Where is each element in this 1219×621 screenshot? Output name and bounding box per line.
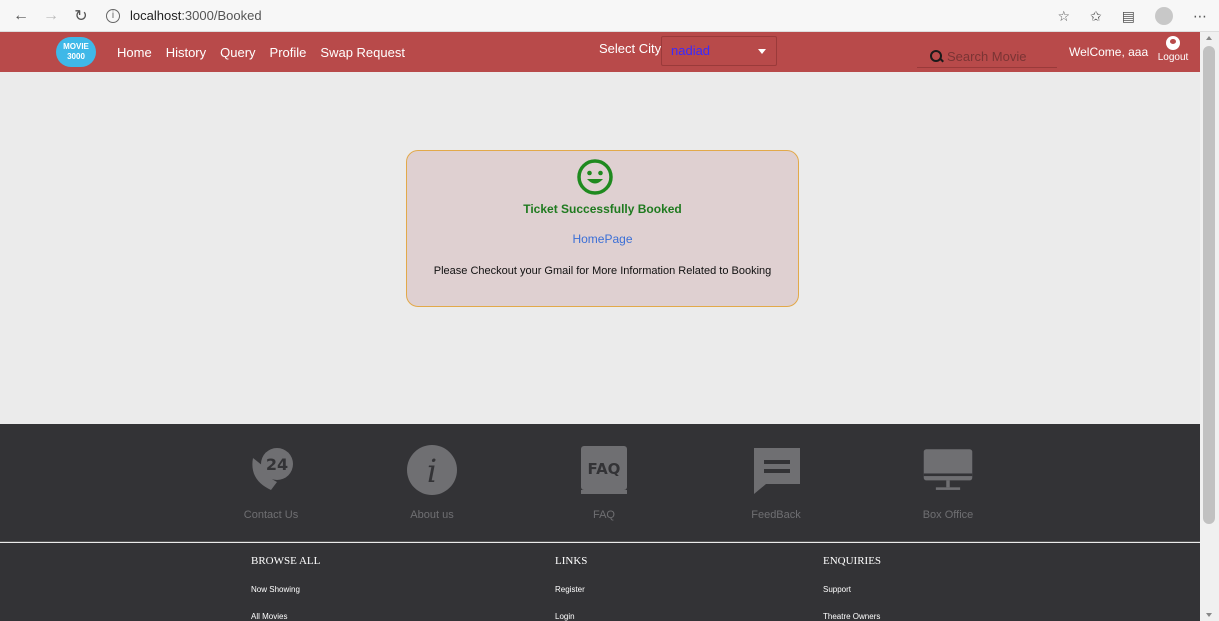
footer-link-all-movies[interactable]: All Movies	[251, 612, 320, 621]
nav-link-history[interactable]: History	[166, 45, 206, 60]
profile-avatar-icon[interactable]	[1155, 7, 1173, 25]
chat-icon	[754, 448, 800, 494]
page-scrollbar[interactable]	[1200, 32, 1219, 621]
monitor-icon	[923, 449, 973, 490]
more-icon[interactable]: ⋯	[1193, 8, 1207, 25]
footer-label: Box Office	[922, 509, 974, 521]
favorites-icon[interactable]: ✩	[1090, 8, 1102, 25]
read-aloud-icon[interactable]: ☆	[1057, 8, 1070, 25]
column-heading: ENQUIRIES	[823, 555, 882, 567]
user-icon	[1166, 36, 1180, 50]
phone-24-icon: 24	[252, 448, 293, 490]
welcome-text: WelCome, aaa	[1069, 45, 1149, 59]
select-city-label: Select City	[599, 41, 662, 56]
footer-link-theatre-owners[interactable]: Theatre Owners	[823, 612, 881, 621]
url-path: :3000/Booked	[181, 8, 262, 23]
refresh-icon[interactable]: ↻	[66, 6, 96, 26]
footer-box-office[interactable]: Box Office	[908, 444, 988, 521]
footer-services: 24 Contact Us i About us FAQ FAQ FeedBac…	[0, 424, 1200, 542]
scroll-thumb[interactable]	[1203, 46, 1215, 524]
footer-column-browse: BROWSE ALL Now Showing All Movies	[251, 555, 320, 621]
footer-label: FeedBack	[751, 509, 801, 521]
search-input[interactable]	[947, 49, 1057, 64]
svg-text:FAQ: FAQ	[588, 460, 621, 478]
footer-label: Contact Us	[243, 509, 299, 521]
homepage-link[interactable]: HomePage	[407, 232, 798, 246]
footer-label: About us	[410, 509, 454, 521]
footer-link-register[interactable]: Register	[555, 585, 587, 594]
footer-label: FAQ	[592, 509, 615, 521]
address-bar[interactable]: i localhost:3000/Booked	[106, 8, 262, 23]
logout-button[interactable]: Logout	[1155, 36, 1191, 63]
url-host: localhost	[130, 8, 182, 23]
nav-link-swap-request[interactable]: Swap Request	[320, 45, 405, 60]
footer-link-support[interactable]: Support	[823, 585, 881, 594]
forward-icon[interactable]: →	[36, 7, 66, 25]
footer-contact-us[interactable]: 24 Contact Us	[231, 444, 311, 521]
svg-text:24: 24	[266, 455, 288, 474]
back-icon[interactable]: ←	[6, 7, 36, 25]
nav-link-profile[interactable]: Profile	[270, 45, 307, 60]
nav-link-home[interactable]: Home	[117, 45, 152, 60]
city-value: nadiad	[671, 43, 711, 58]
search-icon	[929, 49, 943, 65]
app-navbar: MOVIE 3000 Home History Query Profile Sw…	[0, 32, 1200, 72]
site-info-icon[interactable]: i	[106, 8, 120, 23]
footer-about-us[interactable]: i About us	[392, 444, 472, 521]
collections-icon[interactable]: ▤	[1122, 8, 1135, 25]
column-heading: BROWSE ALL	[251, 555, 321, 567]
svg-text:i: i	[427, 452, 437, 490]
logout-label: Logout	[1157, 52, 1189, 63]
info-icon: i	[407, 445, 457, 495]
nav-link-query[interactable]: Query	[220, 45, 255, 60]
city-select[interactable]: nadiad	[661, 36, 777, 66]
scroll-down-icon[interactable]	[1206, 613, 1212, 617]
footer-link-login[interactable]: Login	[555, 612, 587, 621]
footer-links: BROWSE ALL Now Showing All Movies LINKS …	[0, 543, 1200, 621]
caret-down-icon	[758, 49, 766, 54]
logo[interactable]: MOVIE 3000	[56, 37, 96, 67]
scroll-up-icon[interactable]	[1206, 36, 1212, 40]
footer-feedback[interactable]: FeedBack	[736, 444, 816, 521]
footer-column-enquiries: ENQUIRIES Support Theatre Owners	[823, 555, 881, 621]
search-box	[917, 46, 1057, 68]
faq-icon: FAQ	[581, 446, 627, 494]
footer-column-links: LINKS Register Login	[555, 555, 587, 621]
gmail-note: Please Checkout your Gmail for More Info…	[433, 265, 772, 277]
footer-faq[interactable]: FAQ FAQ	[564, 444, 644, 521]
nav-links: Home History Query Profile Swap Request	[117, 32, 405, 72]
success-title: Ticket Successfully Booked	[523, 202, 682, 216]
column-heading: LINKS	[555, 555, 588, 567]
booking-success-card: Ticket Successfully Booked HomePage Plea…	[406, 150, 799, 307]
smile-icon	[577, 159, 613, 195]
footer-link-now-showing[interactable]: Now Showing	[251, 585, 320, 594]
browser-toolbar: ← → ↻ i localhost:3000/Booked ☆ ✩ ▤ ⋯	[0, 0, 1219, 32]
